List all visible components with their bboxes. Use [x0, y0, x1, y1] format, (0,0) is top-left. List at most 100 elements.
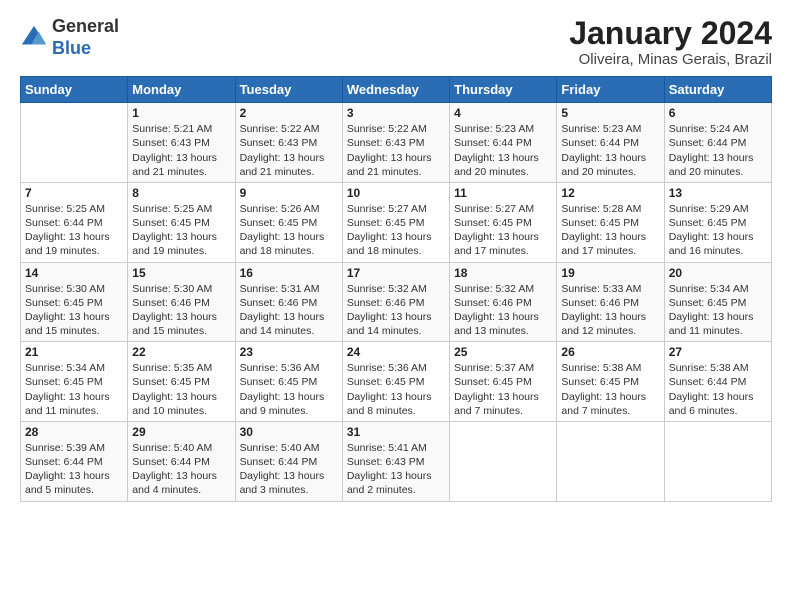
calendar-cell: 31Sunrise: 5:41 AM Sunset: 6:43 PM Dayli… — [342, 421, 449, 501]
calendar-cell — [450, 421, 557, 501]
calendar-cell: 5 Sunrise: 5:23 AM Sunset: 6:44 PM Daylig… — [557, 103, 664, 183]
day-info: Sunrise: 5:35 AM Sunset: 6:45 PM Dayligh… — [132, 361, 230, 418]
day-info: Sunrise: 5:22 AM Sunset: 6:43 PM Dayligh… — [347, 122, 445, 179]
logo-blue-text: Blue — [52, 38, 91, 58]
day-number: 8 — [132, 186, 230, 200]
calendar-header-row: SundayMondayTuesdayWednesdayThursdayFrid… — [21, 77, 772, 103]
calendar-week-row: 14Sunrise: 5:30 AM Sunset: 6:45 PM Dayli… — [21, 262, 772, 342]
day-number: 13 — [669, 186, 767, 200]
header-day: Thursday — [450, 77, 557, 103]
calendar-cell: 18Sunrise: 5:32 AM Sunset: 6:46 PM Dayli… — [450, 262, 557, 342]
day-number: 9 — [240, 186, 338, 200]
calendar-cell: 4 Sunrise: 5:23 AM Sunset: 6:44 PM Daylig… — [450, 103, 557, 183]
day-number: 7 — [25, 186, 123, 200]
day-info: Sunrise: 5:26 AM Sunset: 6:45 PM Dayligh… — [240, 202, 338, 259]
calendar-cell: 20 Sunrise: 5:34 AM Sunset: 6:45 PM Dayli… — [664, 262, 771, 342]
calendar-cell: 28 Sunrise: 5:39 AM Sunset: 6:44 PM Dayli… — [21, 421, 128, 501]
calendar-cell: 12Sunrise: 5:28 AM Sunset: 6:45 PM Dayli… — [557, 182, 664, 262]
calendar-cell: 26 Sunrise: 5:38 AM Sunset: 6:45 PM Dayli… — [557, 342, 664, 422]
calendar-cell: 8Sunrise: 5:25 AM Sunset: 6:45 PM Daylig… — [128, 182, 235, 262]
month-year: January 2024 — [569, 16, 772, 51]
day-info: Sunrise: 5:34 AM Sunset: 6:45 PM Dayligh… — [669, 282, 767, 339]
day-info: Sunrise: 5:38 AM Sunset: 6:44 PM Dayligh… — [669, 361, 767, 418]
day-info: Sunrise: 5:39 AM Sunset: 6:44 PM Dayligh… — [25, 441, 123, 498]
day-number: 19 — [561, 266, 659, 280]
calendar-cell: 16 Sunrise: 5:31 AM Sunset: 6:46 PM Dayli… — [235, 262, 342, 342]
header: General Blue January 2024 Oliveira, Mina… — [20, 16, 772, 68]
day-number: 26 — [561, 345, 659, 359]
header-day: Friday — [557, 77, 664, 103]
calendar-cell: 27 Sunrise: 5:38 AM Sunset: 6:44 PM Dayli… — [664, 342, 771, 422]
calendar-cell: 17Sunrise: 5:32 AM Sunset: 6:46 PM Dayli… — [342, 262, 449, 342]
day-info: Sunrise: 5:30 AM Sunset: 6:46 PM Dayligh… — [132, 282, 230, 339]
day-number: 3 — [347, 106, 445, 120]
day-info: Sunrise: 5:31 AM Sunset: 6:46 PM Dayligh… — [240, 282, 338, 339]
day-info: Sunrise: 5:40 AM Sunset: 6:44 PM Dayligh… — [132, 441, 230, 498]
day-number: 4 — [454, 106, 552, 120]
calendar-week-row: 1 Sunrise: 5:21 AM Sunset: 6:43 PM Daylig… — [21, 103, 772, 183]
day-info: Sunrise: 5:24 AM Sunset: 6:44 PM Dayligh… — [669, 122, 767, 179]
calendar-cell: 9 Sunrise: 5:26 AM Sunset: 6:45 PM Daylig… — [235, 182, 342, 262]
title-block: January 2024 Oliveira, Minas Gerais, Bra… — [569, 16, 772, 68]
calendar-cell — [664, 421, 771, 501]
header-day: Saturday — [664, 77, 771, 103]
calendar-cell: 11Sunrise: 5:27 AM Sunset: 6:45 PM Dayli… — [450, 182, 557, 262]
calendar-table: SundayMondayTuesdayWednesdayThursdayFrid… — [20, 76, 772, 501]
day-number: 28 — [25, 425, 123, 439]
day-info: Sunrise: 5:27 AM Sunset: 6:45 PM Dayligh… — [347, 202, 445, 259]
logo: General Blue — [20, 16, 119, 59]
calendar-week-row: 28 Sunrise: 5:39 AM Sunset: 6:44 PM Dayli… — [21, 421, 772, 501]
day-number: 15 — [132, 266, 230, 280]
calendar-cell: 15 Sunrise: 5:30 AM Sunset: 6:46 PM Dayli… — [128, 262, 235, 342]
calendar-cell: 3 Sunrise: 5:22 AM Sunset: 6:43 PM Daylig… — [342, 103, 449, 183]
calendar-cell: 7Sunrise: 5:25 AM Sunset: 6:44 PM Daylig… — [21, 182, 128, 262]
day-info: Sunrise: 5:33 AM Sunset: 6:46 PM Dayligh… — [561, 282, 659, 339]
calendar-cell: 14Sunrise: 5:30 AM Sunset: 6:45 PM Dayli… — [21, 262, 128, 342]
day-info: Sunrise: 5:41 AM Sunset: 6:43 PM Dayligh… — [347, 441, 445, 498]
calendar-cell: 6 Sunrise: 5:24 AM Sunset: 6:44 PM Daylig… — [664, 103, 771, 183]
calendar-cell: 29 Sunrise: 5:40 AM Sunset: 6:44 PM Dayli… — [128, 421, 235, 501]
day-info: Sunrise: 5:23 AM Sunset: 6:44 PM Dayligh… — [454, 122, 552, 179]
day-number: 5 — [561, 106, 659, 120]
day-number: 14 — [25, 266, 123, 280]
calendar-week-row: 21Sunrise: 5:34 AM Sunset: 6:45 PM Dayli… — [21, 342, 772, 422]
calendar-cell: 25 Sunrise: 5:37 AM Sunset: 6:45 PM Dayli… — [450, 342, 557, 422]
day-number: 21 — [25, 345, 123, 359]
day-number: 6 — [669, 106, 767, 120]
day-number: 27 — [669, 345, 767, 359]
day-number: 23 — [240, 345, 338, 359]
calendar-week-row: 7Sunrise: 5:25 AM Sunset: 6:44 PM Daylig… — [21, 182, 772, 262]
day-number: 1 — [132, 106, 230, 120]
calendar-cell — [557, 421, 664, 501]
day-info: Sunrise: 5:22 AM Sunset: 6:43 PM Dayligh… — [240, 122, 338, 179]
day-number: 18 — [454, 266, 552, 280]
main-container: General Blue January 2024 Oliveira, Mina… — [0, 0, 792, 512]
calendar-cell: 2Sunrise: 5:22 AM Sunset: 6:43 PM Daylig… — [235, 103, 342, 183]
calendar-cell: 22Sunrise: 5:35 AM Sunset: 6:45 PM Dayli… — [128, 342, 235, 422]
day-info: Sunrise: 5:37 AM Sunset: 6:45 PM Dayligh… — [454, 361, 552, 418]
calendar-cell: 24 Sunrise: 5:36 AM Sunset: 6:45 PM Dayli… — [342, 342, 449, 422]
day-number: 24 — [347, 345, 445, 359]
calendar-cell: 1 Sunrise: 5:21 AM Sunset: 6:43 PM Daylig… — [128, 103, 235, 183]
location: Oliveira, Minas Gerais, Brazil — [569, 51, 772, 68]
calendar-cell: 23Sunrise: 5:36 AM Sunset: 6:45 PM Dayli… — [235, 342, 342, 422]
day-info: Sunrise: 5:40 AM Sunset: 6:44 PM Dayligh… — [240, 441, 338, 498]
header-day: Monday — [128, 77, 235, 103]
logo-icon — [20, 24, 48, 52]
day-info: Sunrise: 5:38 AM Sunset: 6:45 PM Dayligh… — [561, 361, 659, 418]
day-number: 10 — [347, 186, 445, 200]
day-number: 29 — [132, 425, 230, 439]
day-number: 16 — [240, 266, 338, 280]
calendar-cell: 30Sunrise: 5:40 AM Sunset: 6:44 PM Dayli… — [235, 421, 342, 501]
day-info: Sunrise: 5:21 AM Sunset: 6:43 PM Dayligh… — [132, 122, 230, 179]
day-number: 25 — [454, 345, 552, 359]
header-day: Sunday — [21, 77, 128, 103]
header-day: Wednesday — [342, 77, 449, 103]
day-info: Sunrise: 5:36 AM Sunset: 6:45 PM Dayligh… — [347, 361, 445, 418]
header-day: Tuesday — [235, 77, 342, 103]
day-info: Sunrise: 5:23 AM Sunset: 6:44 PM Dayligh… — [561, 122, 659, 179]
calendar-cell — [21, 103, 128, 183]
calendar-cell: 19 Sunrise: 5:33 AM Sunset: 6:46 PM Dayli… — [557, 262, 664, 342]
day-info: Sunrise: 5:28 AM Sunset: 6:45 PM Dayligh… — [561, 202, 659, 259]
day-number: 20 — [669, 266, 767, 280]
